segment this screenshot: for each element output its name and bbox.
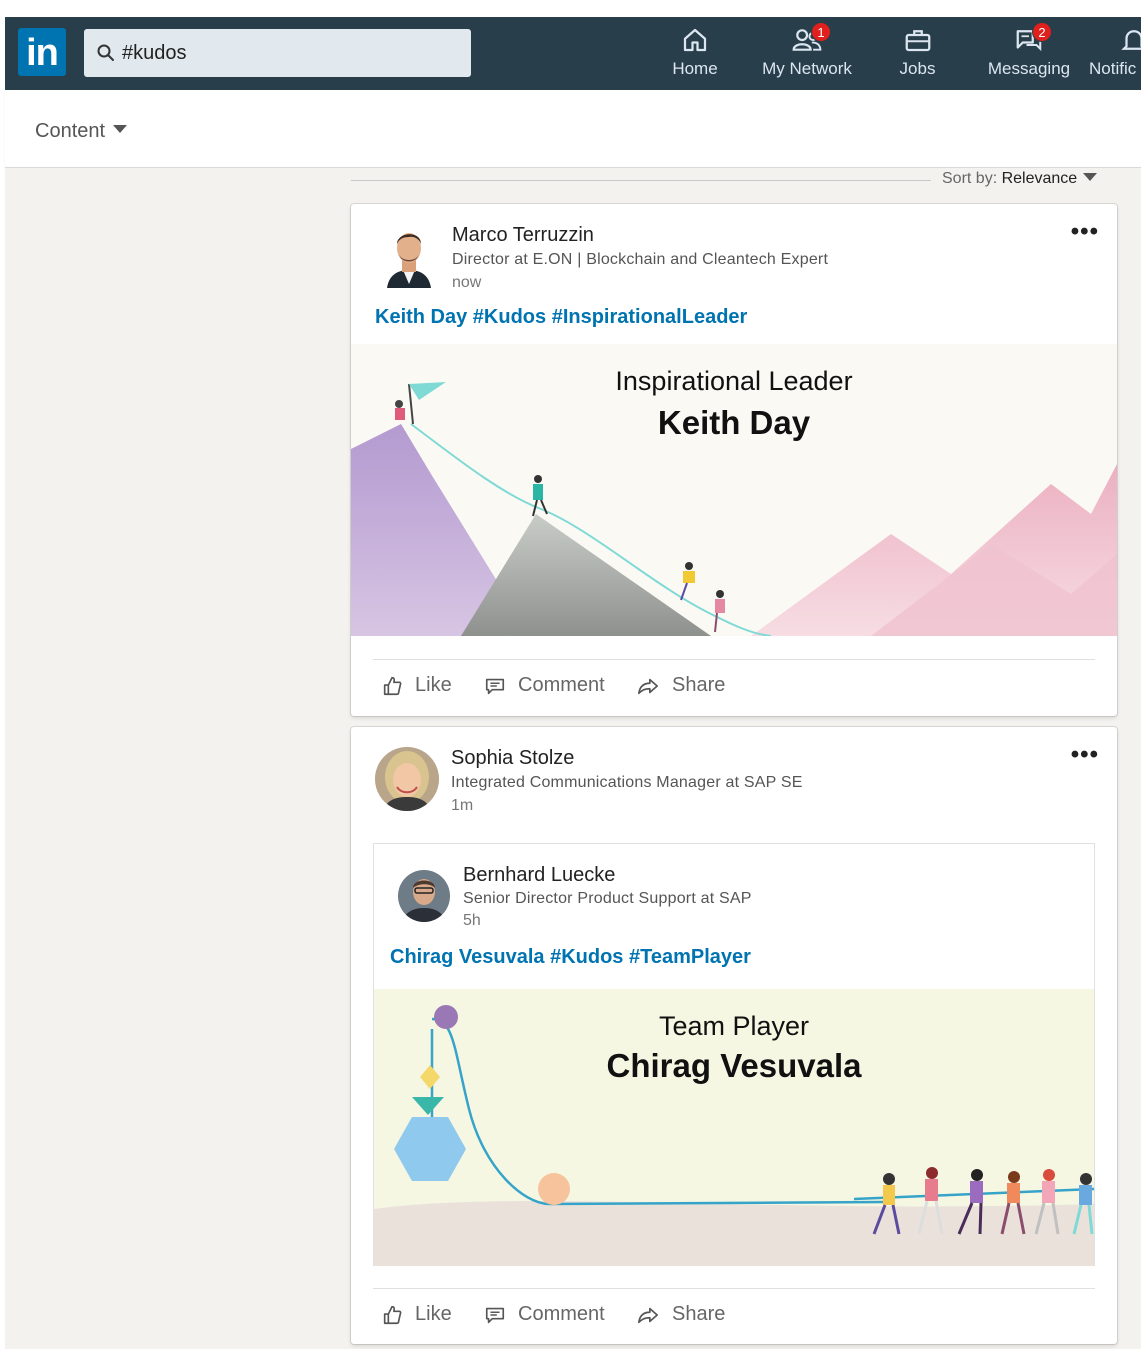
share-button[interactable]: Share [636,674,725,697]
like-button[interactable]: Like [381,674,452,697]
briefcase-icon [905,30,930,52]
search-input[interactable] [122,37,452,69]
author-headline: Integrated Communications Manager at SAP… [451,774,803,791]
nav-jobs[interactable]: Jobs [895,25,940,79]
author-avatar[interactable] [381,224,437,288]
nav-messaging[interactable]: 2 Messaging [984,22,1074,79]
post-timestamp: now [452,274,482,291]
content-filter-dropdown[interactable]: Content [35,120,128,143]
linkedin-logo[interactable]: in [18,28,66,76]
nav-home-label: Home [672,59,718,78]
image-caption-line2: Chirag Vesuvala [606,1047,862,1084]
post-image[interactable]: Inspirational Leader Keith Day [351,344,1117,636]
thumbs-up-icon [383,676,402,695]
feed-post: Sophia Stolze Integrated Communications … [351,727,1117,1344]
comment-button[interactable]: Comment [484,1303,605,1326]
post-timestamp: 1m [451,797,474,814]
like-button[interactable]: Like [381,1303,452,1326]
caret-down-icon [1083,173,1098,181]
nav-messaging-label: Messaging [987,59,1071,78]
nav-home[interactable]: Home [669,25,721,79]
action-divider [373,659,1095,660]
more-options-icon[interactable]: ••• [1071,741,1099,769]
like-label: Like [415,1303,452,1325]
search-box[interactable] [84,29,471,77]
sort-prefix: Sort by: [942,170,998,187]
shared-author-headline: Senior Director Product Support at SAP [463,890,752,907]
network-badge: 1 [811,22,831,42]
shared-post-timestamp: 5h [463,912,481,929]
feed-post: Marco Terruzzin Director at E.ON | Block… [351,204,1117,716]
image-caption-line2: Keith Day [657,404,811,441]
thumbs-up-icon [383,1305,402,1324]
author-avatar[interactable] [375,747,439,811]
action-divider [373,1288,1095,1289]
sort-value: Relevance [1001,170,1078,187]
comment-label: Comment [518,674,605,696]
shared-post[interactable]: Bernhard Luecke Senior Director Product … [373,843,1095,1266]
nav-notifications-label: Notific [1089,59,1137,78]
shared-author-avatar[interactable] [398,870,450,922]
comment-button[interactable]: Comment [484,674,605,697]
shared-author-name[interactable]: Bernhard Luecke [463,864,615,887]
nav-notifications[interactable]: Notific [1089,25,1141,79]
sort-divider [351,180,931,181]
comment-icon [485,1307,505,1323]
post-text[interactable]: Keith Day #Kudos #InspirationalLeader [375,306,747,329]
more-options-icon[interactable]: ••• [1071,218,1099,246]
share-button[interactable]: Share [636,1303,725,1326]
sort-dropdown[interactable]: Sort by: Relevance [942,170,1098,188]
image-caption-line1: Team Player [658,1011,810,1041]
share-label: Share [672,674,726,696]
comment-icon [485,678,505,694]
share-icon [638,678,658,694]
global-nav: in Home 1 My Network Jobs [5,17,1141,90]
home-icon [683,28,707,52]
messaging-badge: 2 [1032,22,1052,42]
comment-label: Comment [518,1303,605,1325]
shared-post-text[interactable]: Chirag Vesuvala #Kudos #TeamPlayer [390,946,751,969]
author-name[interactable]: Marco Terruzzin [452,224,594,247]
share-label: Share [672,1303,726,1325]
like-label: Like [415,674,452,696]
bell-icon [1121,30,1141,50]
author-name[interactable]: Sophia Stolze [451,747,574,770]
caret-down-icon [113,125,128,133]
image-caption-line1: Inspirational Leader [615,366,853,396]
share-icon [638,1307,658,1323]
shared-post-image[interactable]: Team Player Chirag Vesuvala [374,989,1094,1266]
search-filter-bar: Content [5,90,1141,168]
nav-my-network-label: My Network [762,59,852,78]
search-icon [97,44,114,61]
nav-jobs-label: Jobs [899,59,936,78]
author-headline: Director at E.ON | Blockchain and Cleant… [452,251,829,268]
nav-my-network[interactable]: 1 My Network [757,22,857,79]
content-filter-label: Content [35,120,106,142]
